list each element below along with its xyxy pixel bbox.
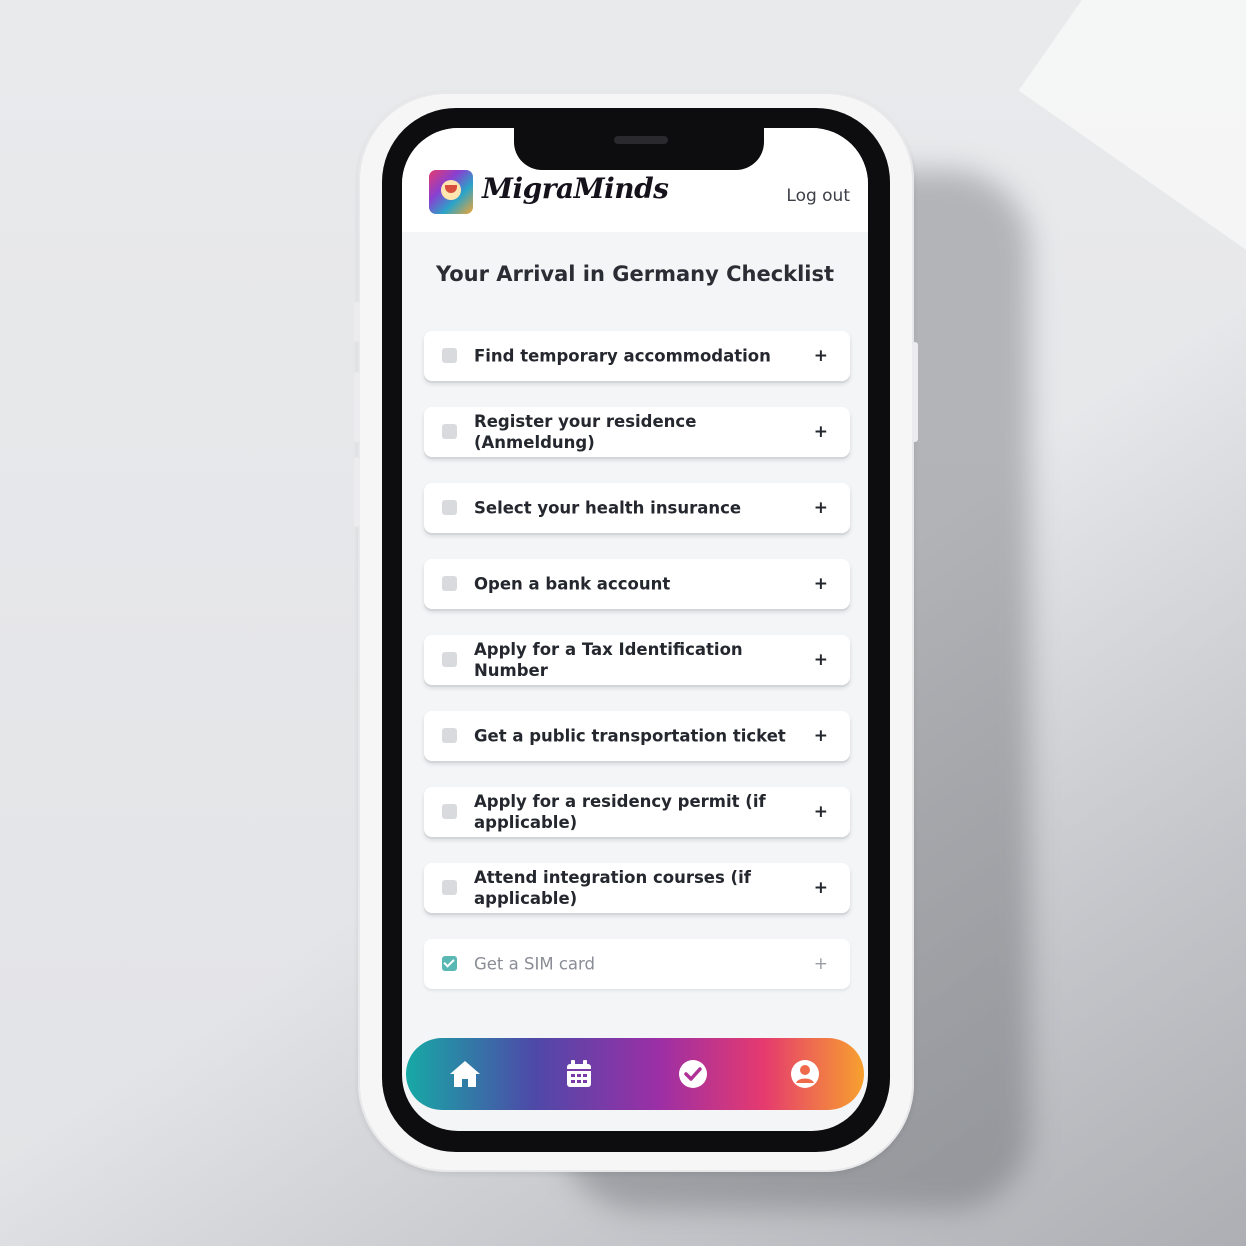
volume-down-button (354, 457, 360, 527)
item-label: Register your residence (Anmeldung) (474, 412, 697, 452)
expand-icon[interactable]: + (814, 954, 828, 974)
phone-screen: MigraMinds Log out Your Arrival in Germa… (402, 128, 868, 1131)
checklist-item[interactable]: Register your residence (Anmeldung) + (424, 407, 850, 457)
user-icon (791, 1060, 819, 1088)
item-label: Apply for a residency permit (if applica… (474, 792, 766, 832)
check-circle-icon (679, 1060, 707, 1088)
checklist-item-completed[interactable]: Get a SIM card + (424, 939, 850, 989)
expand-icon[interactable]: + (814, 726, 828, 746)
expand-icon[interactable]: + (814, 574, 828, 594)
checklist-item[interactable]: Select your health insurance + (424, 483, 850, 533)
item-label: Attend integration courses (if applicabl… (474, 868, 751, 908)
item-checkbox[interactable] (442, 576, 457, 591)
logout-link[interactable]: Log out (786, 186, 850, 206)
expand-icon[interactable]: + (814, 346, 828, 366)
nav-checklist-button[interactable] (658, 1038, 728, 1110)
item-label: Find temporary accommodation (474, 346, 771, 366)
item-checkbox[interactable] (442, 652, 457, 667)
volume-up-button (354, 372, 360, 442)
home-icon (450, 1061, 480, 1087)
item-checkbox[interactable] (442, 728, 457, 743)
checklist-item[interactable]: Open a bank account + (424, 559, 850, 609)
app-logo[interactable] (429, 170, 473, 214)
power-button (912, 342, 918, 442)
mute-switch (354, 302, 360, 342)
expand-icon[interactable]: + (814, 878, 828, 898)
item-checkbox[interactable] (442, 500, 457, 515)
nav-calendar-button[interactable] (544, 1038, 614, 1110)
logo-face-icon (441, 180, 461, 200)
item-label: Select your health insurance (474, 498, 742, 518)
expand-icon[interactable]: + (814, 802, 828, 822)
checklist: Find temporary accommodation + Register … (424, 331, 850, 1015)
expand-icon[interactable]: + (814, 498, 828, 518)
item-checkbox[interactable] (442, 424, 457, 439)
checklist-item[interactable]: Get a public transportation ticket + (424, 711, 850, 761)
bottom-nav-bar (406, 1038, 864, 1110)
item-label: Get a SIM card (474, 954, 595, 974)
expand-icon[interactable]: + (814, 422, 828, 442)
nav-profile-button[interactable] (770, 1038, 840, 1110)
item-checkbox-checked[interactable] (442, 956, 457, 971)
page-title: Your Arrival in Germany Checklist (435, 262, 835, 286)
expand-icon[interactable]: + (814, 650, 828, 670)
calendar-icon (567, 1060, 591, 1087)
item-label: Open a bank account (474, 574, 671, 594)
nav-home-button[interactable] (430, 1038, 500, 1110)
item-checkbox[interactable] (442, 348, 457, 363)
item-label: Get a public transportation ticket (474, 726, 786, 746)
item-checkbox[interactable] (442, 804, 457, 819)
checklist-item[interactable]: Apply for a residency permit (if applica… (424, 787, 850, 837)
checklist-item[interactable]: Apply for a Tax Identification Number + (424, 635, 850, 685)
brand-name: MigraMinds (482, 172, 669, 205)
checklist-item[interactable]: Find temporary accommodation + (424, 331, 850, 381)
item-label: Apply for a Tax Identification Number (474, 640, 743, 680)
phone-notch (514, 128, 764, 170)
earpiece-speaker (614, 136, 668, 144)
item-checkbox[interactable] (442, 880, 457, 895)
checklist-item[interactable]: Attend integration courses (if applicabl… (424, 863, 850, 913)
